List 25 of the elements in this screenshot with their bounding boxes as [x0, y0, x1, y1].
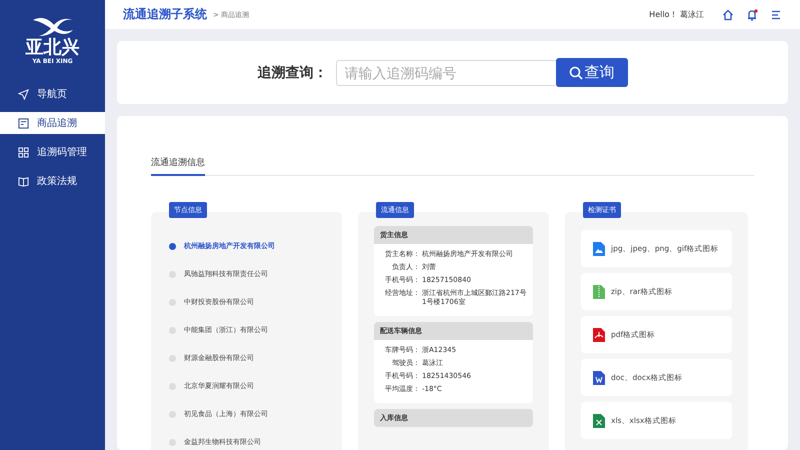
search-icon	[568, 66, 582, 80]
section-title: 流通追溯信息	[151, 156, 205, 176]
search-field[interactable]: 请输入追溯码编号	[336, 60, 556, 86]
user-greeting: Hello！ 葛泳江	[649, 9, 704, 20]
logo-text: 亚北兴	[26, 38, 80, 58]
nav-item[interactable]: 导航页	[0, 83, 105, 105]
zip-file-icon	[593, 284, 605, 298]
system-title: 流通追溯子系统	[123, 6, 207, 23]
document-icon	[18, 118, 29, 128]
image-file-icon	[593, 242, 605, 256]
menu-icon[interactable]	[770, 8, 782, 20]
search-label: 追溯查询：	[258, 64, 328, 82]
book-icon	[18, 176, 29, 186]
nav-item[interactable]: 追溯码管理	[0, 141, 105, 163]
notification-bell-icon[interactable]	[746, 8, 758, 20]
nav-item[interactable]: 商品追溯	[0, 112, 105, 134]
paper-plane-icon	[18, 88, 29, 100]
word-file-icon	[593, 370, 605, 384]
nav-item[interactable]: 政策法规	[0, 170, 105, 192]
pdf-file-icon	[593, 328, 605, 342]
search-button[interactable]: 查询	[556, 58, 628, 87]
qr-code-icon	[18, 146, 29, 158]
home-icon[interactable]	[722, 8, 734, 20]
excel-file-icon	[593, 414, 605, 428]
logo-icon	[30, 16, 74, 38]
